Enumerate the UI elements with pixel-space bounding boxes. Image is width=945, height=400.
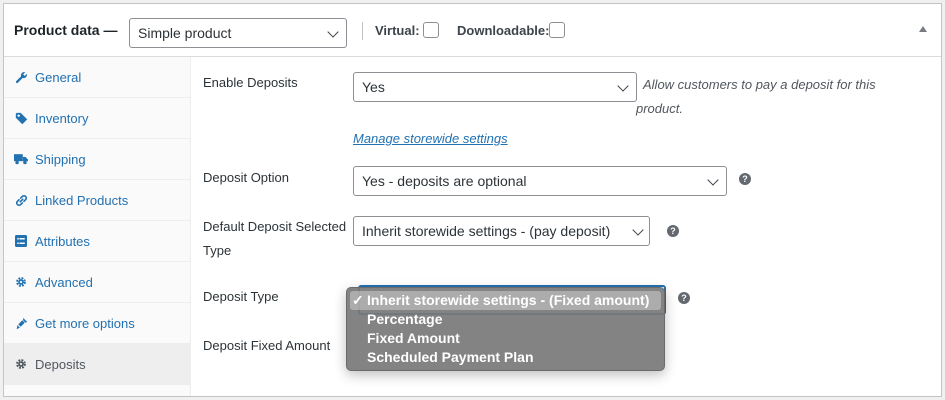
plugin-icon <box>14 316 28 330</box>
product-data-tabs: General Inventory Shipping Linked Produc… <box>4 57 191 396</box>
deposit-option-value: Yes - deposits are optional <box>362 173 527 189</box>
wrench-icon <box>14 70 28 84</box>
chevron-down-icon <box>327 26 339 38</box>
checkmark-icon: ✓ <box>352 292 364 308</box>
collapse-toggle-icon[interactable] <box>919 26 927 32</box>
chevron-down-icon <box>617 80 629 92</box>
option-label: Percentage <box>367 311 443 327</box>
tab-general[interactable]: General <box>4 57 191 98</box>
truck-icon <box>14 152 28 166</box>
option-label: Scheduled Payment Plan <box>367 349 534 365</box>
product-type-select[interactable]: Simple product <box>129 18 347 48</box>
deposits-panel: Enable Deposits Yes Allow customers to p… <box>191 57 941 396</box>
deposit-option-select[interactable]: Yes - deposits are optional <box>353 166 727 196</box>
link-icon <box>14 193 28 207</box>
downloadable-checkbox[interactable] <box>549 22 565 38</box>
enable-deposits-description: Allow customers to pay a deposit for thi… <box>636 77 876 116</box>
tab-advanced[interactable]: Advanced <box>4 262 191 303</box>
option-label: Inherit storewide settings - (Fixed amou… <box>367 292 650 308</box>
tab-label: Deposits <box>35 357 86 372</box>
tab-inventory[interactable]: Inventory <box>4 98 191 139</box>
product-type-value: Simple product <box>138 25 232 41</box>
virtual-label: Virtual: <box>375 23 420 38</box>
option-label: Fixed Amount <box>367 330 460 346</box>
tab-label: General <box>35 70 82 85</box>
deposit-type-dropdown-menu: ✓ Inherit storewide settings - (Fixed am… <box>346 287 665 371</box>
enable-deposits-value: Yes <box>362 79 385 95</box>
tab-shipping[interactable]: Shipping <box>4 139 191 180</box>
header-divider <box>362 22 363 40</box>
dropdown-option-inherit[interactable]: ✓ Inherit storewide settings - (Fixed am… <box>350 291 661 310</box>
tab-deposits[interactable]: Deposits <box>4 344 191 385</box>
default-type-value: Inherit storewide settings - (pay deposi… <box>362 223 611 239</box>
default-type-select[interactable]: Inherit storewide settings - (pay deposi… <box>353 216 650 246</box>
virtual-checkbox[interactable] <box>423 22 439 38</box>
chevron-down-icon <box>632 224 644 236</box>
chevron-down-icon <box>707 174 719 186</box>
enable-deposits-select[interactable]: Yes <box>353 72 637 102</box>
deposit-option-label: Deposit Option <box>203 170 289 185</box>
manage-storewide-settings-link[interactable]: Manage storewide settings <box>353 131 508 146</box>
dropdown-option-percentage[interactable]: Percentage <box>347 310 664 329</box>
tab-attributes[interactable]: Attributes <box>4 221 191 262</box>
help-icon[interactable]: ? <box>739 173 751 185</box>
default-type-label-line2: Type <box>203 243 232 258</box>
tab-label: Attributes <box>35 234 90 249</box>
downloadable-label: Downloadable: <box>457 23 550 38</box>
enable-deposits-label: Enable Deposits <box>203 75 298 90</box>
help-icon[interactable]: ? <box>678 292 690 304</box>
tab-label: Advanced <box>35 275 93 290</box>
gear-icon <box>14 275 28 289</box>
tab-get-more-options[interactable]: Get more options <box>4 303 191 344</box>
dropdown-option-fixed-amount[interactable]: Fixed Amount <box>347 329 664 348</box>
dropdown-option-scheduled-payment-plan[interactable]: Scheduled Payment Plan <box>347 348 664 367</box>
list-icon <box>14 234 28 248</box>
tab-label: Shipping <box>35 152 86 167</box>
tab-label: Get more options <box>35 316 135 331</box>
deposit-type-label: Deposit Type <box>203 289 279 304</box>
gear-icon <box>14 357 28 371</box>
deposit-fixed-amount-label: Deposit Fixed Amount <box>203 338 331 353</box>
help-icon[interactable]: ? <box>667 225 679 237</box>
product-data-header: Product data — Simple product Virtual: D… <box>4 4 941 57</box>
panel-title: Product data — <box>14 22 118 38</box>
tag-icon <box>14 111 28 125</box>
tab-label: Linked Products <box>35 193 129 208</box>
tab-label: Inventory <box>35 111 89 126</box>
tab-linked-products[interactable]: Linked Products <box>4 180 191 221</box>
product-data-panel: Product data — Simple product Virtual: D… <box>3 3 942 397</box>
default-type-label-line1: Default Deposit Selected <box>203 219 347 234</box>
